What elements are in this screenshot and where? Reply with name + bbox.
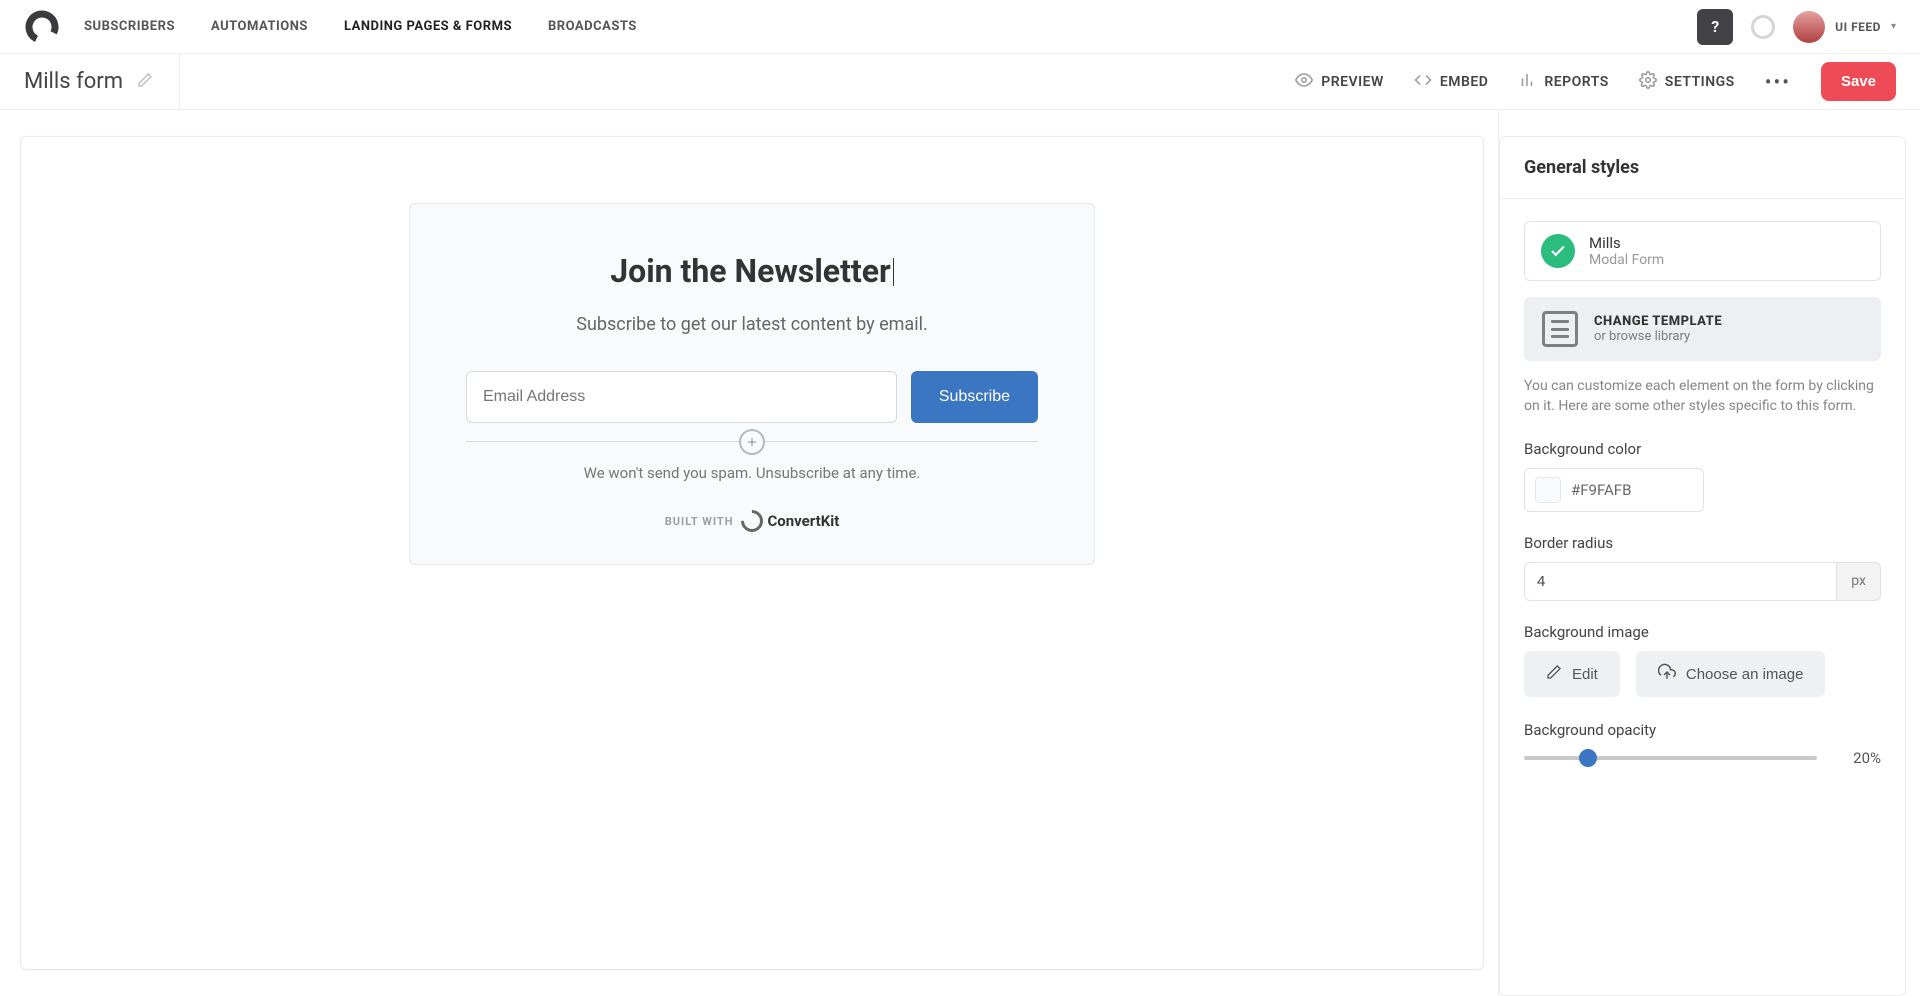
canvas-area: Join the Newsletter Subscribe to get our… [0, 110, 1498, 996]
current-template[interactable]: Mills Modal Form [1524, 221, 1881, 281]
radius-input[interactable] [1524, 562, 1836, 601]
form-disclaimer[interactable]: We won't send you spam. Unsubscribe at a… [466, 464, 1038, 482]
panel-heading: General styles [1500, 137, 1905, 199]
styles-hint: You can customize each element on the fo… [1524, 377, 1881, 416]
nav-broadcasts[interactable]: BROADCASTS [548, 19, 637, 34]
panel-body: Mills Modal Form CHANGE TEMPLATE or brow… [1500, 199, 1905, 789]
embed-label: EMBED [1440, 74, 1489, 90]
chart-icon [1518, 71, 1536, 93]
radius-label: Border radius [1524, 534, 1881, 552]
cloud-upload-icon [1658, 663, 1676, 685]
nav-right: ? UI FEED ▾ [1697, 9, 1896, 45]
nav-automations[interactable]: AUTOMATIONS [211, 19, 308, 34]
add-element-button[interactable] [739, 429, 765, 455]
convertkit-text: ConvertKit [767, 512, 839, 530]
pencil-icon [1546, 664, 1562, 684]
settings-label: SETTINGS [1665, 74, 1735, 90]
built-with: BUILT WITH ConvertKit [466, 510, 1038, 532]
account-menu[interactable]: UI FEED ▾ [1793, 11, 1896, 43]
radius-row: px [1524, 562, 1881, 601]
bgcolor-input[interactable]: #F9FAFB [1524, 468, 1704, 512]
change-template-button[interactable]: CHANGE TEMPLATE or browse library [1524, 297, 1881, 361]
edit-bgimage-button[interactable]: Edit [1524, 651, 1620, 697]
bgcolor-value: #F9FAFB [1571, 481, 1631, 499]
brand-logo[interactable] [24, 9, 60, 45]
subscribe-button[interactable]: Subscribe [911, 371, 1038, 423]
more-button[interactable]: ••• [1765, 70, 1791, 94]
bgimage-actions: Edit Choose an image [1524, 651, 1881, 697]
form-title[interactable]: Join the Newsletter [466, 252, 1038, 290]
form-name: Mills form [24, 69, 123, 94]
add-separator [466, 441, 1038, 442]
template-meta: Mills Modal Form [1589, 234, 1664, 268]
nav-items: SUBSCRIBERS AUTOMATIONS LANDING PAGES & … [84, 19, 637, 34]
choose-image-button[interactable]: Choose an image [1636, 651, 1826, 697]
opacity-label: Background opacity [1524, 721, 1881, 739]
convertkit-logo[interactable]: ConvertKit [741, 510, 839, 532]
eye-icon [1295, 71, 1313, 93]
check-badge [1541, 234, 1575, 268]
styles-panel: General styles Mills Modal Form [1499, 136, 1906, 996]
sub-bar: Mills form PREVIEW EMBED REPORTS SETTING… [0, 54, 1920, 110]
canvas[interactable]: Join the Newsletter Subscribe to get our… [20, 136, 1484, 970]
preview-button[interactable]: PREVIEW [1295, 71, 1384, 93]
avatar [1793, 11, 1825, 43]
change-template-sub: or browse library [1594, 329, 1722, 344]
bgimage-label: Background image [1524, 623, 1881, 641]
form-row: Subscribe [466, 371, 1038, 423]
settings-button[interactable]: SETTINGS [1639, 71, 1735, 93]
opacity-row: 20% [1524, 749, 1881, 767]
radius-unit: px [1836, 562, 1881, 601]
embed-button[interactable]: EMBED [1414, 71, 1489, 93]
email-field[interactable] [466, 371, 897, 423]
choose-image-label: Choose an image [1686, 666, 1804, 683]
reports-label: REPORTS [1544, 74, 1608, 90]
right-sidebar: General styles Mills Modal Form [1498, 110, 1920, 996]
top-nav: SUBSCRIBERS AUTOMATIONS LANDING PAGES & … [0, 0, 1920, 54]
form-title-text: Join the Newsletter [610, 252, 890, 290]
account-label: UI FEED [1835, 20, 1881, 34]
help-icon: ? [1711, 17, 1719, 36]
workspace: Join the Newsletter Subscribe to get our… [0, 110, 1920, 996]
change-template-title: CHANGE TEMPLATE [1594, 314, 1722, 329]
color-swatch [1535, 477, 1561, 503]
edit-name-icon[interactable] [137, 72, 153, 92]
bgcolor-label: Background color [1524, 440, 1881, 458]
plus-icon [745, 435, 759, 449]
text-cursor-icon [893, 258, 894, 286]
template-icon [1542, 311, 1578, 347]
gear-icon [1639, 71, 1657, 93]
template-name: Mills [1589, 234, 1664, 252]
sub-bar-actions: PREVIEW EMBED REPORTS SETTINGS ••• Save [1295, 62, 1896, 101]
edit-bgimage-label: Edit [1572, 666, 1598, 683]
form-subtitle[interactable]: Subscribe to get our latest content by e… [466, 314, 1038, 335]
opacity-slider[interactable] [1524, 756, 1817, 760]
chevron-down-icon: ▾ [1891, 21, 1896, 32]
code-icon [1414, 71, 1432, 93]
help-button[interactable]: ? [1697, 9, 1733, 45]
form-card[interactable]: Join the Newsletter Subscribe to get our… [409, 203, 1095, 565]
template-type: Modal Form [1589, 252, 1664, 268]
form-name-wrap: Mills form [24, 54, 180, 109]
save-button[interactable]: Save [1821, 62, 1896, 101]
change-template-meta: CHANGE TEMPLATE or browse library [1594, 314, 1722, 344]
preview-label: PREVIEW [1321, 74, 1384, 90]
convertkit-icon [737, 505, 768, 536]
reports-button[interactable]: REPORTS [1518, 71, 1608, 93]
sync-icon [1751, 15, 1775, 39]
nav-subscribers[interactable]: SUBSCRIBERS [84, 19, 175, 34]
nav-landing-pages[interactable]: LANDING PAGES & FORMS [344, 19, 512, 34]
built-with-label: BUILT WITH [665, 515, 734, 528]
check-icon [1549, 242, 1567, 260]
opacity-value: 20% [1837, 749, 1881, 767]
